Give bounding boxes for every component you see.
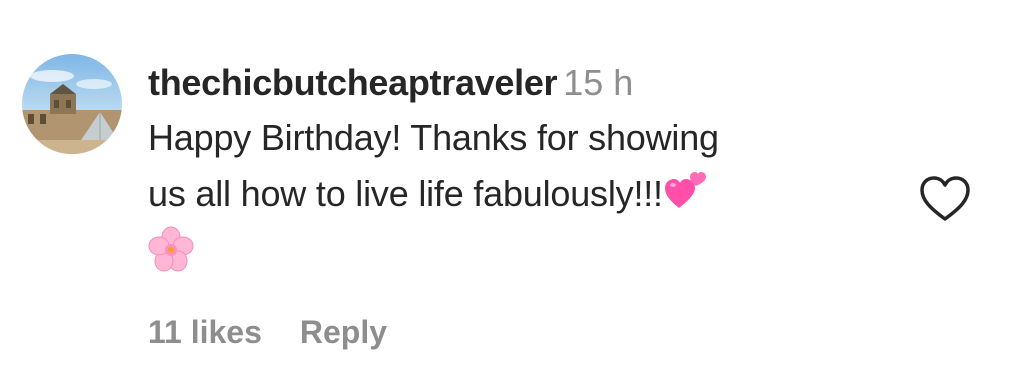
comment-header: thechicbutcheaptraveler 15 h xyxy=(148,56,888,110)
comment-body: thechicbutcheaptraveler 15 h Happy Birthd… xyxy=(148,56,888,272)
cherry-blossom-icon xyxy=(148,226,194,272)
comment-text-line-1: Happy Birthday! Thanks for showing xyxy=(148,117,719,158)
avatar-image xyxy=(22,54,122,154)
heart-outline-icon xyxy=(920,176,970,221)
username-link[interactable]: thechicbutcheaptraveler xyxy=(148,62,558,103)
two-hearts-icon xyxy=(664,172,706,208)
comment-text-line-2: us all how to live life fabulously!!! xyxy=(148,173,663,214)
comment-text: Happy Birthday! Thanks for showing us al… xyxy=(148,110,888,222)
comment-actions: 11 likes Reply xyxy=(148,310,387,354)
like-heart-button[interactable] xyxy=(918,174,972,224)
reply-button[interactable]: Reply xyxy=(300,314,387,350)
comment: thechicbutcheaptraveler 15 h Happy Birthd… xyxy=(0,0,1024,373)
avatar[interactable] xyxy=(22,54,122,154)
comment-timestamp: 15 h xyxy=(563,62,634,103)
likes-count-link[interactable]: 11 likes xyxy=(148,314,262,350)
